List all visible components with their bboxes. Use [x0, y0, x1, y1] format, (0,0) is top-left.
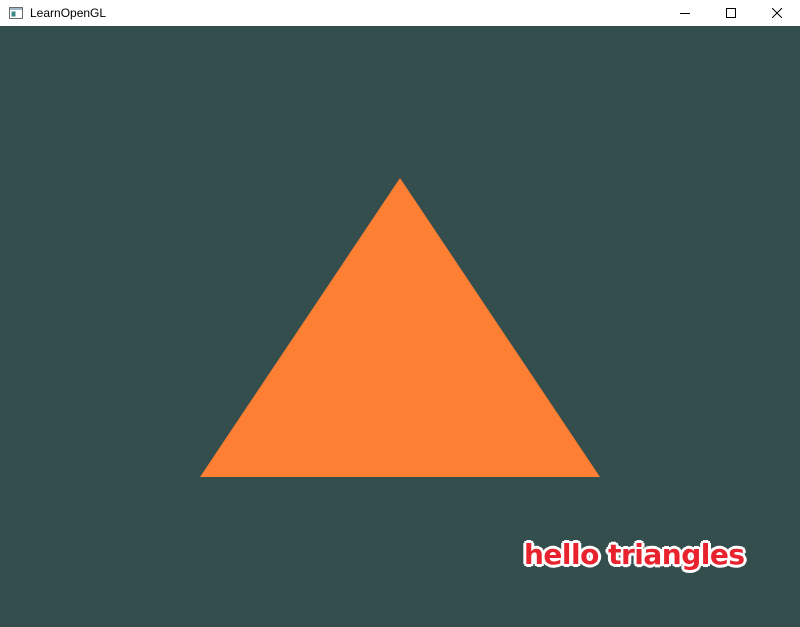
window-controls	[662, 0, 800, 26]
opengl-app-icon	[8, 5, 24, 21]
maximize-button[interactable]	[708, 0, 754, 26]
opengl-viewport[interactable]: hello triangles	[0, 26, 800, 627]
hello-triangles-label: hello triangles	[524, 538, 745, 571]
render-scene	[200, 178, 600, 477]
orange-triangle	[200, 178, 600, 477]
window-title: LearnOpenGL	[30, 6, 107, 20]
maximize-icon	[726, 8, 736, 18]
close-button[interactable]	[754, 0, 800, 26]
minimize-icon	[680, 8, 690, 18]
close-icon	[772, 8, 782, 18]
minimize-button[interactable]	[662, 0, 708, 26]
title-bar[interactable]: LearnOpenGL	[0, 0, 800, 26]
app-window: LearnOpenGL hello triangles	[0, 0, 800, 627]
